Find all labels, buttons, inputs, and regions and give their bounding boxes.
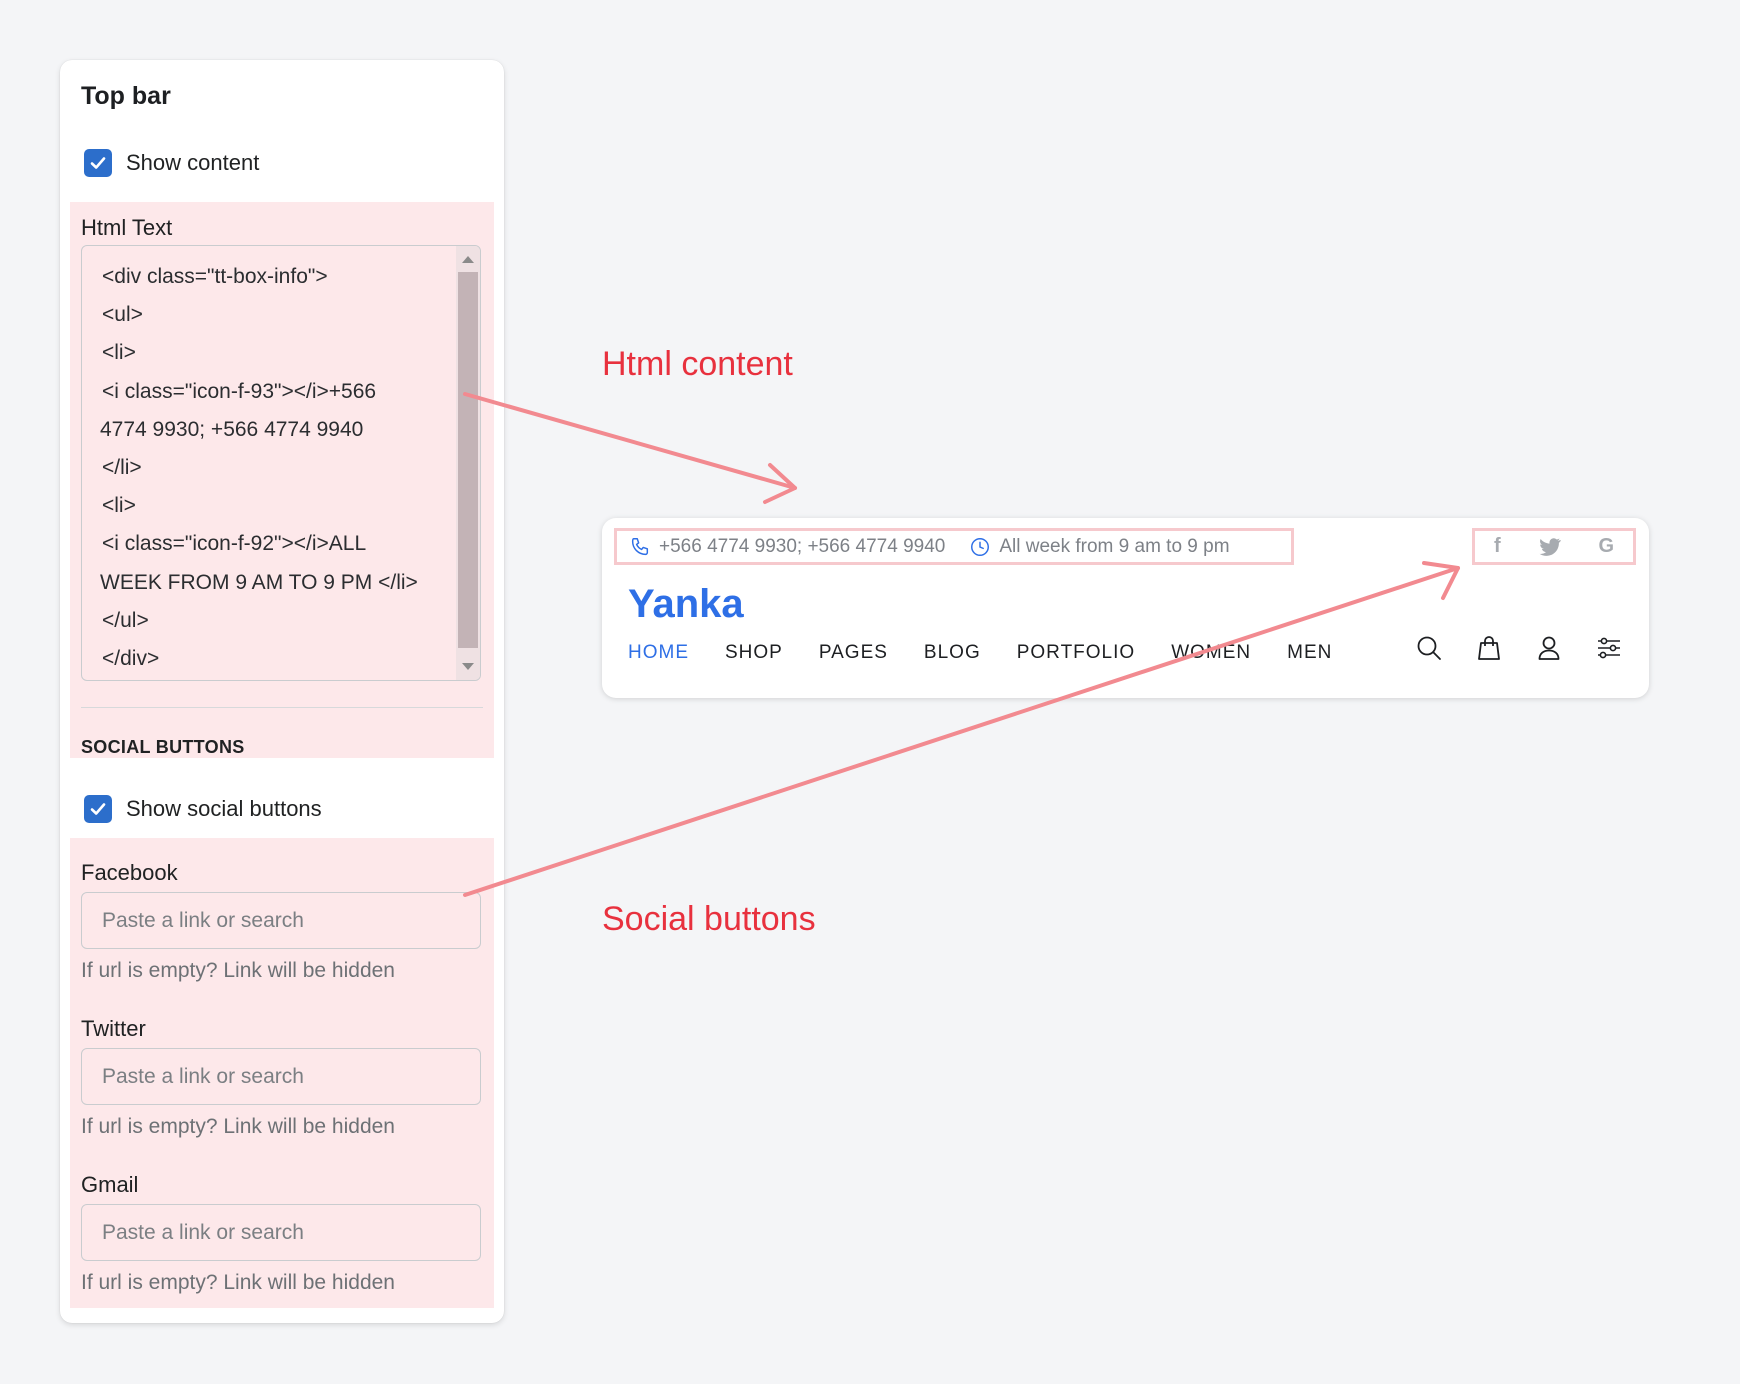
show-social-checkbox-row[interactable]: Show social buttons xyxy=(84,795,322,823)
scroll-up-icon[interactable] xyxy=(462,256,474,263)
phone-icon xyxy=(631,537,649,555)
settings-panel: Top bar Show content Html Text <div clas… xyxy=(60,60,504,1323)
html-content-arrow xyxy=(463,392,797,504)
hours-info: All week from 9 am to 9 pm xyxy=(969,535,1230,558)
gmail-help-text: If url is empty? Link will be hidden xyxy=(81,1271,395,1294)
social-buttons-heading: SOCIAL BUTTONS xyxy=(81,737,245,757)
code-line: <li> xyxy=(102,494,136,518)
gmail-label: Gmail xyxy=(81,1172,139,1197)
nav-item-shop[interactable]: SHOP xyxy=(725,642,783,664)
scroll-thumb[interactable] xyxy=(458,272,478,648)
code-line: </ul> xyxy=(102,608,149,632)
show-social-label: Show social buttons xyxy=(126,796,322,821)
show-content-checkbox-row[interactable]: Show content xyxy=(84,149,259,177)
nav-item-pages[interactable]: PAGES xyxy=(819,642,888,664)
twitter-label: Twitter xyxy=(81,1016,146,1041)
hours-text: All week from 9 am to 9 pm xyxy=(999,535,1230,557)
html-content-annotation: Html content xyxy=(602,345,793,383)
bag-icon[interactable] xyxy=(1475,634,1503,662)
checkmark-icon xyxy=(90,157,106,169)
code-line: <i class="icon-f-93"></i>+566 xyxy=(102,379,377,403)
show-social-checkbox[interactable] xyxy=(84,795,112,823)
show-content-checkbox[interactable] xyxy=(84,149,112,177)
twitter-icon[interactable] xyxy=(1539,537,1561,557)
social-buttons-annotation: Social buttons xyxy=(602,900,816,938)
section-divider xyxy=(81,707,483,708)
code-line: <i class="icon-f-92"></i>ALL xyxy=(102,532,367,556)
nav-item-portfolio[interactable]: PORTFOLIO xyxy=(1017,642,1135,664)
panel-title: Top bar xyxy=(81,82,171,110)
code-line: <li> xyxy=(102,341,136,365)
topbar-info-box: +566 4774 9930; +566 4774 9940 All week … xyxy=(614,528,1294,565)
facebook-url-input[interactable] xyxy=(81,892,481,949)
phone-text: +566 4774 9930; +566 4774 9940 xyxy=(659,535,946,557)
search-icon[interactable] xyxy=(1415,634,1443,662)
facebook-help-text: If url is empty? Link will be hidden xyxy=(81,959,395,982)
show-content-label: Show content xyxy=(126,150,260,175)
html-text-label: Html Text xyxy=(81,215,173,240)
code-line: WEEK FROM 9 AM TO 9 PM </li> xyxy=(100,570,418,594)
html-text-editor[interactable]: <div class="tt-box-info"> <ul> <li> <i c… xyxy=(81,245,481,681)
store-header-preview: +566 4774 9930; +566 4774 9940 All week … xyxy=(602,518,1649,698)
scroll-down-icon[interactable] xyxy=(462,663,474,670)
code-line: 4774 9930; +566 4774 9940 xyxy=(100,417,364,441)
main-nav: HOME SHOP PAGES BLOG PORTFOLIO WOMEN MEN xyxy=(628,642,1368,664)
clock-icon xyxy=(971,537,990,556)
store-logo[interactable]: Yanka xyxy=(628,582,744,627)
nav-item-blog[interactable]: BLOG xyxy=(924,642,981,664)
checkmark-icon xyxy=(90,803,106,815)
code-line: <ul> xyxy=(102,303,143,327)
sliders-icon[interactable] xyxy=(1595,634,1623,662)
facebook-icon[interactable]: f xyxy=(1494,535,1501,558)
code-line: <div class="tt-box-info"> xyxy=(102,265,328,288)
nav-item-men[interactable]: MEN xyxy=(1287,642,1332,664)
user-icon[interactable] xyxy=(1535,634,1563,662)
gmail-icon[interactable]: G xyxy=(1598,535,1614,558)
facebook-label: Facebook xyxy=(81,860,178,885)
twitter-help-text: If url is empty? Link will be hidden xyxy=(81,1115,395,1138)
phone-info: +566 4774 9930; +566 4774 9940 xyxy=(629,536,945,558)
code-lines: <div class="tt-box-info"> <ul> <li> <i c… xyxy=(100,258,452,678)
social-buttons-box: f G xyxy=(1472,528,1636,565)
nav-item-women[interactable]: WOMEN xyxy=(1171,642,1251,664)
nav-item-home[interactable]: HOME xyxy=(628,642,689,664)
editor-scrollbar[interactable] xyxy=(456,246,480,680)
code-line: </div> xyxy=(102,647,160,671)
gmail-url-input[interactable] xyxy=(81,1204,481,1261)
code-line: </li> xyxy=(102,456,142,480)
twitter-url-input[interactable] xyxy=(81,1048,481,1105)
header-icons xyxy=(1383,634,1623,662)
